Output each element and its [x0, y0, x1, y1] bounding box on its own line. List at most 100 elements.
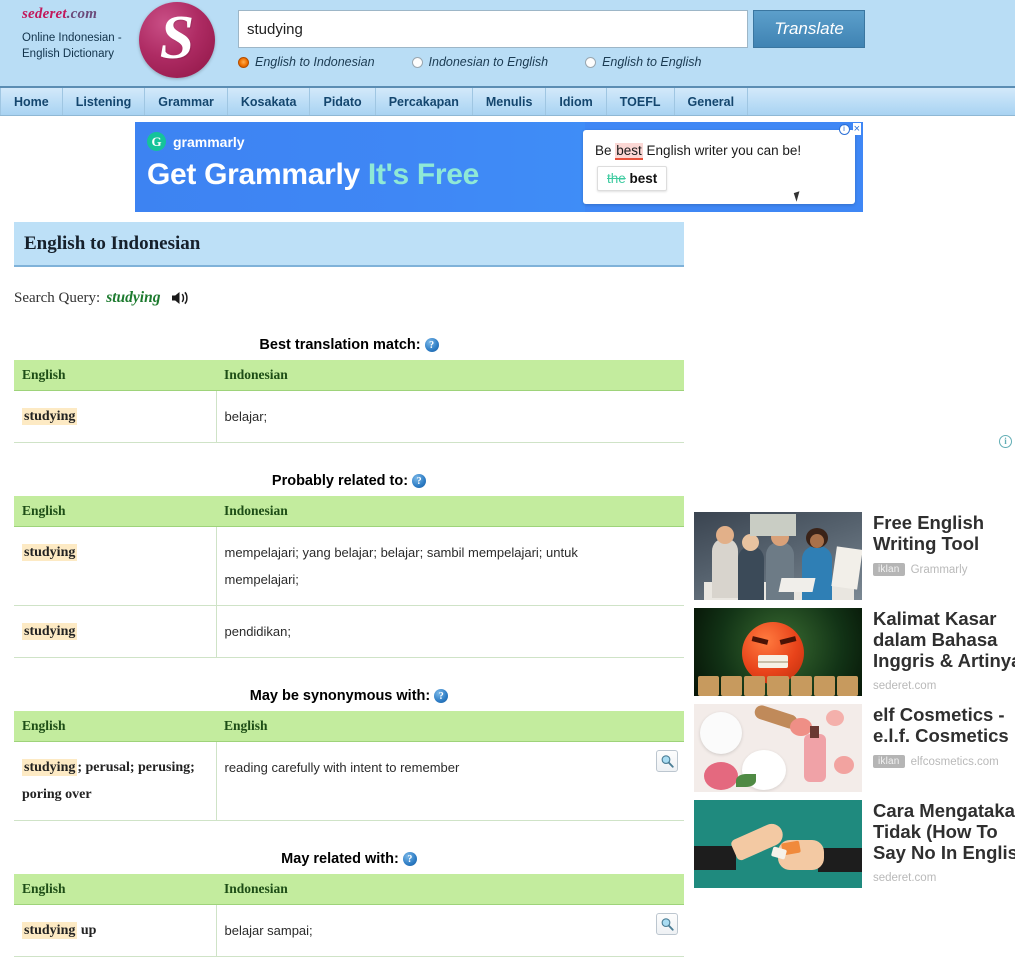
translation-table: English Indonesian studying up belajar samp…	[14, 874, 684, 957]
column-header: English	[14, 360, 216, 391]
ad-thumbnail[interactable]	[694, 704, 862, 792]
nav-item-idiom[interactable]: Idiom	[546, 88, 607, 115]
nav-item-percakapan[interactable]: Percakapan	[376, 88, 473, 115]
ad-text-block: Cara Mengatakan Tidak (How To Say No In En…	[873, 800, 1015, 884]
site-logo[interactable]: S	[139, 2, 215, 78]
ad-source-name: sederet.com	[873, 680, 937, 692]
table-header-row: English Indonesian	[14, 496, 684, 527]
search-query-label: Search Query:	[14, 289, 101, 306]
highlighted-term: studying	[22, 408, 78, 425]
source-term-rest: up	[77, 923, 97, 938]
ad-controls: i ×	[838, 123, 861, 135]
nav-item-home[interactable]: Home	[0, 88, 63, 115]
help-icon[interactable]: ?	[402, 852, 417, 867]
nav-item-menulis[interactable]: Menulis	[473, 88, 547, 115]
nav-item-general[interactable]: General	[675, 88, 749, 115]
grammarly-brand-row: G grammarly	[147, 132, 245, 151]
ad-title-line: e.l.f. Cosmetics	[873, 725, 1009, 746]
ad-title[interactable]: Cara Mengatakan Tidak (How To Say No In En…	[873, 800, 1015, 863]
ad-title-line: Free English	[873, 512, 985, 533]
ad-demo-sentence: Be best English writer you can be!	[595, 143, 801, 160]
ad-suggestion-strike: the	[607, 171, 626, 186]
section-heading-text: May related with:	[281, 851, 399, 867]
section-heading-text: Best translation match:	[259, 337, 421, 353]
main-navigation: Home Listening Grammar Kosakata Pidato Percak…	[0, 86, 1015, 116]
target-term-text: mempelajari; yang belajar; belajar; samb…	[224, 545, 578, 587]
ad-thumbnail[interactable]	[694, 512, 862, 600]
tagline-line-2: English Dictionary	[22, 48, 115, 60]
highlighted-term: studying	[22, 922, 78, 939]
ad-thumbnail[interactable]	[694, 800, 862, 888]
column-header: Indonesian	[216, 360, 684, 391]
radio-dot-icon	[585, 56, 597, 68]
banner-ad-headline: Get Grammarly It's Free	[147, 158, 479, 192]
radio-english-to-indonesian[interactable]: English to Indonesian	[238, 55, 375, 69]
result-section: May related with:? English Indonesian study…	[14, 851, 684, 957]
grammarly-logo-icon: G	[147, 132, 166, 151]
radio-english-to-english[interactable]: English to English	[585, 55, 701, 69]
brand-tagline: Online Indonesian - English Dictionary	[22, 30, 137, 62]
help-icon[interactable]: ?	[412, 474, 427, 489]
column-header: Indonesian	[216, 496, 684, 527]
ad-title-line: elf Cosmetics -	[873, 704, 1005, 725]
radio-label-1: Indonesian to English	[428, 55, 549, 69]
banner-ad[interactable]: G grammarly Get Grammarly It's Free Be b…	[135, 122, 863, 212]
help-icon[interactable]: ?	[434, 689, 449, 704]
column-header: Indonesian	[216, 874, 684, 905]
ad-suggestion-correct: best	[629, 171, 658, 186]
nav-item-toefl[interactable]: TOEFL	[607, 88, 675, 115]
sidebar-ad-card[interactable]: Free English Writing Tool iklan Grammarly	[694, 512, 1015, 600]
radio-dot-icon	[411, 56, 423, 68]
magnifier-icon-button[interactable]	[656, 750, 678, 772]
sidebar-ad-card[interactable]: elf Cosmetics - e.l.f. Cosmetics iklan elfc…	[694, 704, 1015, 792]
table-row: studying belajar;	[14, 390, 684, 443]
translation-table: English Indonesian studying mempelajari; ya…	[14, 496, 684, 658]
target-term-cell: mempelajari; yang belajar; belajar; samb…	[216, 526, 684, 606]
ad-text-block: Free English Writing Tool iklan Grammarly	[873, 512, 1015, 576]
highlighted-term: studying	[22, 623, 78, 640]
nav-item-grammar[interactable]: Grammar	[145, 88, 228, 115]
ad-text-block: Kalimat Kasar dalam Bahasa Inggris & Artin…	[873, 608, 1015, 692]
speaker-icon[interactable]	[170, 290, 192, 306]
ad-source-row: sederet.com	[873, 680, 1015, 692]
column-header: English	[14, 874, 216, 905]
result-section: Probably related to:? English Indonesian st…	[14, 473, 684, 658]
ad-title[interactable]: elf Cosmetics - e.l.f. Cosmetics	[873, 704, 1015, 746]
tagline-line-1: Online Indonesian -	[22, 32, 122, 44]
radio-indonesian-to-english[interactable]: Indonesian to English	[411, 55, 549, 69]
source-term-cell: studying	[14, 390, 217, 443]
translate-button[interactable]: Translate	[753, 10, 865, 48]
search-input[interactable]	[238, 10, 748, 48]
column-header: English	[14, 496, 216, 527]
page-title-bar: English to Indonesian	[14, 222, 684, 267]
ad-thumbnail[interactable]	[694, 608, 862, 696]
ad-title[interactable]: Kalimat Kasar dalam Bahasa Inggris & Artin…	[873, 608, 1015, 671]
ad-title-line: Inggris & Artinya	[873, 650, 1015, 671]
sidebar-ad-card[interactable]: Kalimat Kasar dalam Bahasa Inggris & Artin…	[694, 608, 1015, 696]
ad-suggestion-popup: the best	[597, 166, 668, 191]
magnifier-icon-button[interactable]	[656, 913, 678, 935]
ad-source-name: elfcosmetics.com	[910, 755, 999, 768]
brand-title[interactable]: sederet.com	[22, 6, 137, 23]
source-term-cell: studying	[14, 526, 217, 606]
ad-title[interactable]: Free English Writing Tool	[873, 512, 1015, 554]
column-header: English	[14, 711, 216, 742]
ad-info-icon[interactable]: i	[838, 123, 850, 135]
search-area: Translate English to Indonesian Indonesi…	[238, 10, 865, 69]
nav-item-listening[interactable]: Listening	[63, 88, 146, 115]
nav-item-pidato[interactable]: Pidato	[310, 88, 376, 115]
help-icon[interactable]: ?	[424, 338, 439, 353]
table-row: studying pendidikan;	[14, 605, 684, 658]
page-info-icon[interactable]: i	[999, 435, 1012, 448]
sidebar-ad-card[interactable]: Cara Mengatakan Tidak (How To Say No In En…	[694, 800, 1015, 888]
target-term-text: belajar sampai;	[224, 923, 313, 938]
ad-title-line: Cara Mengatakan	[873, 800, 1015, 821]
table-row: studying mempelajari; yang belajar; belaj…	[14, 526, 684, 606]
ad-close-icon[interactable]: ×	[852, 123, 861, 135]
brand-tld: .com	[66, 6, 98, 22]
nav-item-kosakata[interactable]: Kosakata	[228, 88, 311, 115]
section-heading: Best translation match:?	[14, 337, 684, 353]
section-heading: Probably related to:?	[14, 473, 684, 489]
translation-table: English Indonesian studying belajar;	[14, 360, 684, 443]
sidebar-ad-rail: Free English Writing Tool iklan Grammarly Ka…	[694, 512, 1015, 896]
